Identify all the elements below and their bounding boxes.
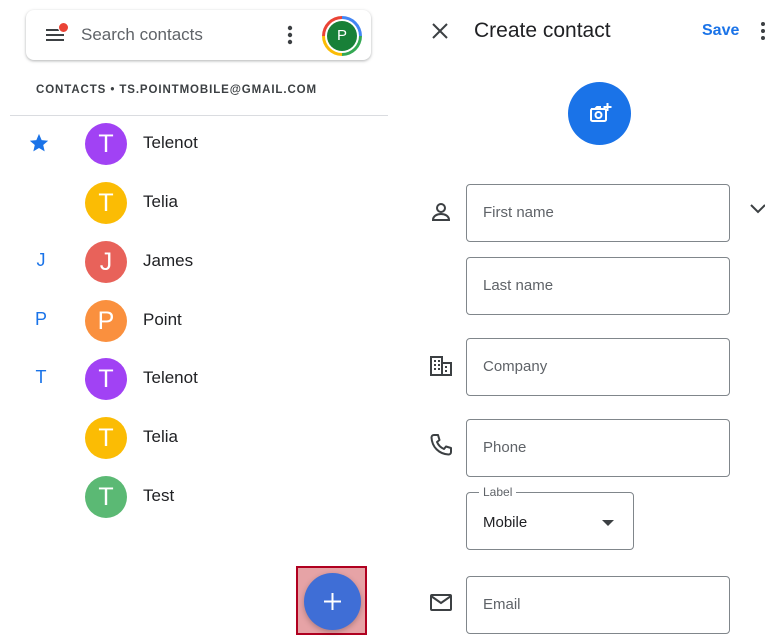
contacts-list-pane: Search contacts P CONTACTS • TS.POINTMOB… — [0, 0, 390, 639]
contact-name: Telenot — [143, 133, 198, 152]
contact-row[interactable]: T Telia — [0, 179, 390, 227]
divider — [10, 115, 388, 116]
create-contact-pane: Create contact Save First name Last name — [400, 0, 765, 639]
dropdown-arrow-icon — [602, 520, 614, 526]
email-field[interactable]: Email — [466, 576, 730, 634]
first-name-placeholder: First name — [483, 204, 554, 221]
phone-field[interactable]: Phone — [466, 419, 730, 477]
contact-avatar: J — [85, 241, 127, 283]
search-bar[interactable]: Search contacts P — [26, 10, 371, 60]
search-input[interactable]: Search contacts — [81, 25, 203, 45]
email-placeholder: Email — [483, 596, 521, 613]
section-letter: T — [35, 367, 47, 387]
section-letter: P — [34, 309, 47, 329]
notification-dot — [58, 22, 69, 33]
add-photo-icon — [590, 103, 612, 122]
contact-name: Telia — [143, 192, 178, 211]
contact-name: Test — [143, 486, 175, 505]
contact-avatar: T — [85, 123, 127, 165]
phone-placeholder: Phone — [483, 439, 527, 456]
contact-row[interactable]: T Telenot — [0, 120, 390, 168]
add-contact-button[interactable] — [304, 573, 361, 630]
select-value: Mobile — [483, 514, 528, 531]
contact-row[interactable]: J J James — [0, 238, 390, 286]
contact-avatar: T — [85, 358, 127, 400]
contact-row[interactable]: T T Telenot — [0, 355, 390, 403]
contact-name: Telenot — [143, 368, 198, 387]
fab-highlight-box — [296, 566, 367, 635]
account-avatar[interactable]: P — [322, 16, 362, 56]
account-initial: P — [327, 21, 357, 51]
add-photo-button[interactable] — [568, 82, 631, 145]
chevron-down-icon[interactable] — [748, 198, 765, 218]
contact-name: James — [143, 251, 194, 270]
star-icon — [29, 133, 49, 152]
contact-name: Point — [143, 310, 182, 329]
plus-icon — [324, 593, 341, 610]
contact-row[interactable]: T Test — [0, 473, 390, 521]
account-label: CONTACTS • TS.POINTMOBILE@GMAIL.COM — [36, 84, 317, 96]
first-name-field[interactable]: First name — [466, 184, 730, 242]
contact-name: Telia — [143, 427, 178, 446]
phone-label-select[interactable]: Label Mobile — [466, 485, 634, 550]
phone-icon — [430, 434, 452, 456]
save-button[interactable]: Save — [702, 22, 739, 40]
select-caption: Label — [479, 485, 517, 499]
section-letter: J — [36, 250, 46, 270]
more-vert-icon[interactable] — [284, 23, 296, 47]
person-icon — [431, 203, 451, 221]
page-title: Create contact — [474, 19, 611, 42]
business-icon — [430, 356, 452, 376]
contact-avatar: T — [85, 417, 127, 459]
company-placeholder: Company — [483, 358, 548, 375]
contact-avatar: T — [85, 476, 127, 518]
contact-row[interactable]: T Telia — [0, 414, 390, 462]
more-vert-icon[interactable] — [760, 20, 765, 42]
mail-icon — [430, 594, 452, 611]
contact-avatar: T — [85, 182, 127, 224]
contact-avatar: P — [85, 300, 127, 342]
company-field[interactable]: Company — [466, 338, 730, 396]
close-icon[interactable] — [430, 21, 450, 41]
contact-row[interactable]: P P Point — [0, 297, 390, 345]
last-name-field[interactable]: Last name — [466, 257, 730, 315]
last-name-placeholder: Last name — [483, 277, 554, 294]
